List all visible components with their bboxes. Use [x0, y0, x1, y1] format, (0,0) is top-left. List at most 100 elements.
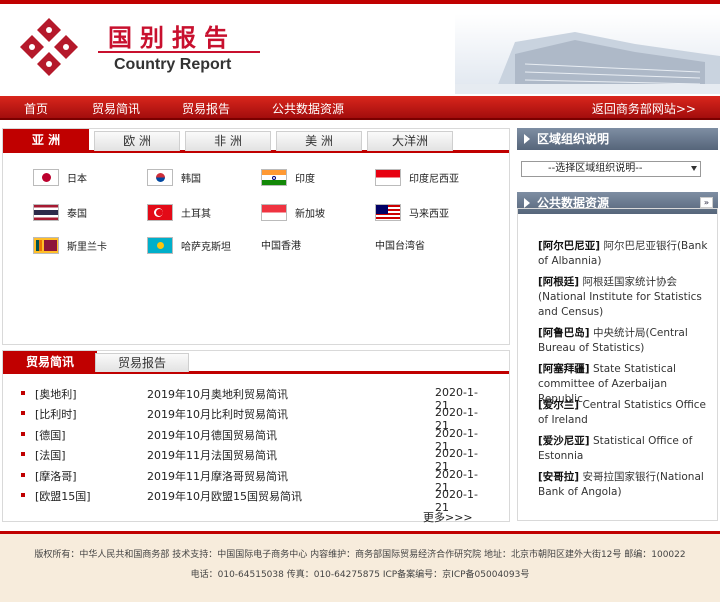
country-japan[interactable]: 日本: [33, 169, 87, 186]
country-turkey[interactable]: 土耳其: [147, 204, 211, 221]
site-title-cn: 国别报告: [108, 24, 236, 52]
country-label: 日本: [67, 174, 87, 185]
news-region: [欧盟15国]: [35, 490, 91, 503]
country-indonesia[interactable]: 印度尼西亚: [375, 169, 459, 186]
building-illustration: [455, 14, 720, 94]
news-item[interactable]: [奥地利] 2019年10月奥地利贸易简讯 2020-1-21: [21, 386, 491, 412]
tab-america[interactable]: 美 洲: [276, 131, 362, 151]
news-region: [比利时]: [35, 408, 77, 421]
country-label: 哈萨克斯坦: [181, 242, 231, 253]
country-label: 印度尼西亚: [409, 174, 459, 185]
news-panel: 贸易简讯 贸易报告 [奥地利] 2019年10月奥地利贸易简讯 2020-1-21 …: [2, 350, 510, 525]
title-divider: [98, 51, 260, 53]
country-label: 中国台湾省: [375, 241, 425, 252]
resource-tag: [安哥拉]: [538, 471, 580, 483]
news-region: [奥地利]: [35, 388, 77, 401]
country-korea[interactable]: 韩国: [147, 169, 201, 186]
news-region: [法国]: [35, 449, 66, 462]
region-panel: 亚 洲 欧 洲 非 洲 美 洲 大洋洲 日本 韩国 印度 印度尼西亚 泰国 土耳…: [2, 128, 510, 345]
bullet-icon: [21, 432, 25, 436]
country-label: 斯里兰卡: [67, 242, 107, 253]
nav-home[interactable]: 首页: [24, 100, 48, 117]
malaysia-flag: [375, 204, 401, 221]
country-singapore[interactable]: 新加坡: [261, 204, 325, 221]
bullet-icon: [21, 452, 25, 456]
org-header: 区域组织说明: [517, 128, 718, 150]
country-thailand[interactable]: 泰国: [33, 204, 87, 221]
news-region: [摩洛哥]: [35, 470, 77, 483]
country-label: 中国香港: [261, 241, 301, 252]
tab-europe[interactable]: 欧 洲: [94, 131, 180, 151]
resource-item[interactable]: [阿尔巴尼亚] 阿尔巴尼亚银行(Bank of Albannia): [538, 239, 714, 269]
japan-flag: [33, 169, 59, 186]
news-title[interactable]: 2019年11月法国贸易简讯: [147, 447, 277, 463]
country-india[interactable]: 印度: [261, 169, 315, 186]
country-kazakhstan[interactable]: 哈萨克斯坦: [147, 237, 231, 254]
news-title[interactable]: 2019年11月摩洛哥贸易简讯: [147, 468, 288, 484]
tab-trade-report[interactable]: 贸易报告: [95, 353, 189, 372]
region-org-select[interactable]: --选择区域组织说明--: [521, 161, 701, 177]
korea-flag: [147, 169, 173, 186]
region-tabs: 亚 洲 欧 洲 非 洲 美 洲 大洋洲: [3, 129, 509, 153]
resource-item[interactable]: [爱尔兰] Central Statistics Office of Irela…: [538, 398, 714, 428]
country-malaysia[interactable]: 马来西亚: [375, 204, 449, 221]
arrow-right-icon: [524, 198, 530, 208]
tab-asia[interactable]: 亚 洲: [3, 129, 89, 151]
bullet-icon: [21, 411, 25, 415]
site-footer: 版权所有：中华人民共和国商务部 技术支持：中国国际电子商务中心 内容维护：商务部…: [0, 531, 720, 602]
more-news-link[interactable]: 更多>>>: [423, 509, 473, 525]
logo: [20, 18, 78, 76]
kazakhstan-flag: [147, 237, 173, 254]
country-label: 马来西亚: [409, 209, 449, 220]
resource-item[interactable]: [爱沙尼亚] Statistical Office of Estonnia: [538, 434, 714, 464]
resource-tag: [阿鲁巴岛]: [538, 327, 590, 339]
resource-item[interactable]: [阿根廷] 阿根廷国家统计协会(National Institute for S…: [538, 275, 714, 320]
srilanka-flag: [33, 237, 59, 254]
news-item[interactable]: [欧盟15国] 2019年10月欧盟15国贸易简讯 2020-1-21: [21, 488, 491, 514]
news-item[interactable]: [德国] 2019年10月德国贸易简讯 2020-1-21: [21, 427, 491, 453]
news-tabs: 贸易简讯 贸易报告: [3, 351, 509, 374]
footer-contact: 电话：010-64515038 传真：010-64275875 ICP备案编号：…: [190, 570, 530, 580]
thailand-flag: [33, 204, 59, 221]
country-label: 泰国: [67, 209, 87, 220]
tab-oceania[interactable]: 大洋洲: [367, 131, 453, 151]
news-item[interactable]: [法国] 2019年11月法国贸易简讯 2020-1-21: [21, 447, 491, 473]
resource-tag: [阿塞拜疆]: [538, 363, 590, 375]
site-title-en: Country Report: [114, 56, 232, 73]
tab-trade-news[interactable]: 贸易简讯: [3, 351, 97, 372]
country-srilanka[interactable]: 斯里兰卡: [33, 237, 107, 254]
bullet-icon: [21, 473, 25, 477]
sidebar: 区域组织说明 --选择区域组织说明-- 公共数据资源» [阿尔巴尼亚] 阿尔巴尼…: [517, 128, 718, 521]
news-title[interactable]: 2019年10月欧盟15国贸易简讯: [147, 488, 302, 504]
more-icon[interactable]: »: [700, 197, 713, 208]
news-item[interactable]: [比利时] 2019年10月比利时贸易简讯 2020-1-21: [21, 406, 491, 432]
tab-africa[interactable]: 非 洲: [185, 131, 271, 151]
news-title[interactable]: 2019年10月德国贸易简讯: [147, 427, 277, 443]
news-title[interactable]: 2019年10月比利时贸易简讯: [147, 406, 288, 422]
chevron-down-icon: [691, 166, 697, 171]
turkey-flag: [147, 204, 173, 221]
country-taiwan[interactable]: 中国台湾省: [375, 237, 425, 252]
site-header: 国别报告 Country Report: [0, 0, 720, 94]
nav-trade-report[interactable]: 贸易报告: [182, 100, 230, 117]
news-region: [德国]: [35, 429, 66, 442]
nav-trade-news[interactable]: 贸易简讯: [92, 100, 140, 117]
bullet-icon: [21, 391, 25, 395]
singapore-flag: [261, 204, 287, 221]
bullet-icon: [21, 493, 25, 497]
org-title: 区域组织说明: [537, 132, 610, 146]
resource-tag: [爱尔兰]: [538, 399, 580, 411]
news-item[interactable]: [摩洛哥] 2019年11月摩洛哥贸易简讯 2020-1-21: [21, 468, 491, 494]
resource-tag: [爱沙尼亚]: [538, 435, 590, 447]
country-hongkong[interactable]: 中国香港: [261, 237, 301, 252]
indonesia-flag: [375, 169, 401, 186]
country-label: 新加坡: [295, 209, 325, 220]
arrow-right-icon: [524, 134, 530, 144]
back-to-mofcom-link[interactable]: 返回商务部网站>>: [592, 100, 696, 117]
news-title[interactable]: 2019年10月奥地利贸易简讯: [147, 386, 288, 402]
resource-item[interactable]: [安哥拉] 安哥拉国家银行(National Bank of Angola): [538, 470, 714, 500]
nav-public-data[interactable]: 公共数据资源: [272, 100, 344, 117]
resource-tag: [阿根廷]: [538, 276, 580, 288]
resource-item[interactable]: [阿鲁巴岛] 中央统计局(Central Bureau of Statistic…: [538, 326, 714, 356]
main-nav: 首页 贸易简讯 贸易报告 公共数据资源 返回商务部网站>>: [0, 96, 720, 120]
